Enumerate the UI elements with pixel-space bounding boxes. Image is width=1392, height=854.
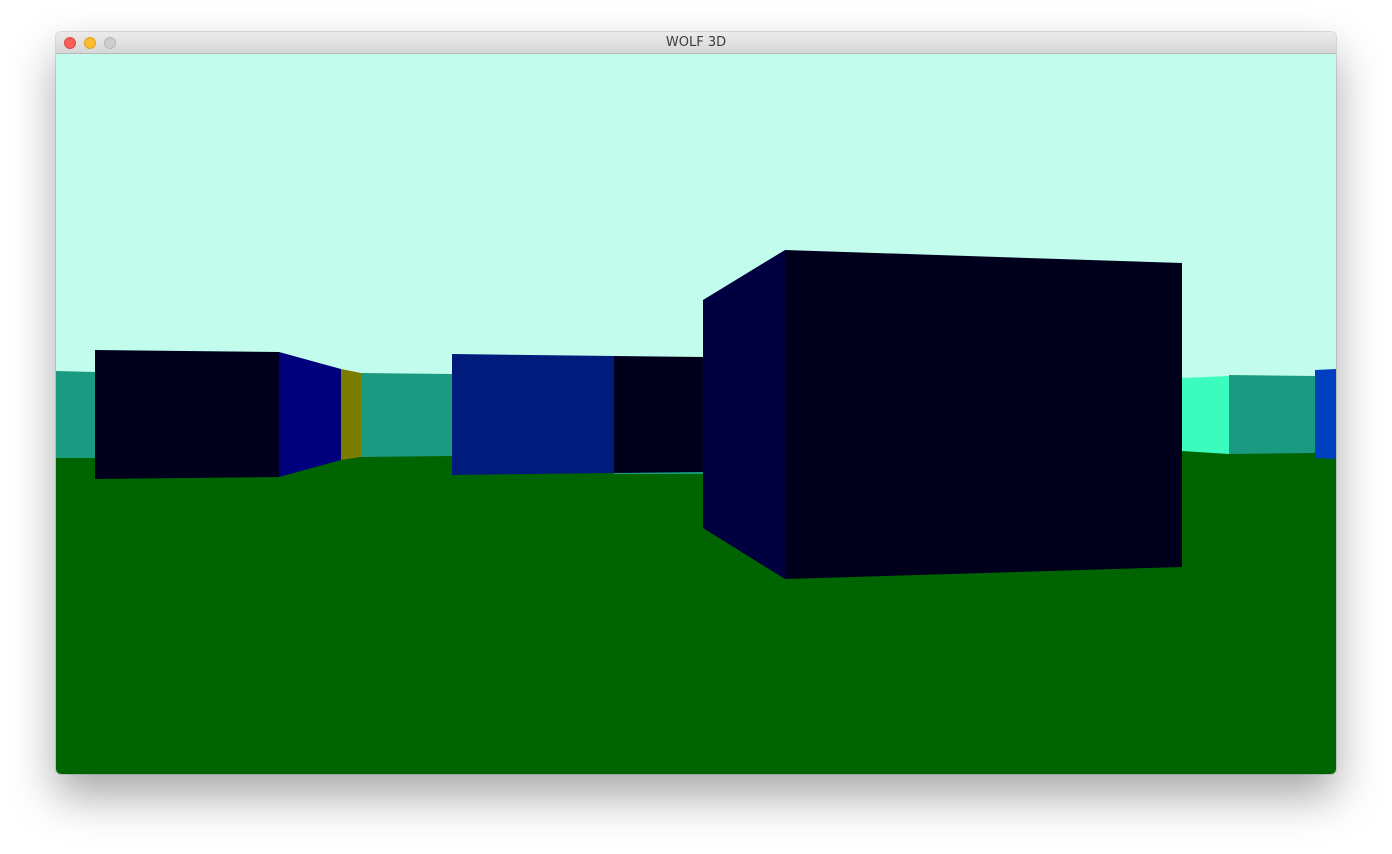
left-block-olive — [341, 369, 361, 460]
far-wall-right-aqua — [1182, 376, 1229, 454]
left-block-side — [279, 352, 341, 477]
far-wall-center-left — [361, 373, 452, 457]
window-title: WOLF 3D — [665, 35, 727, 50]
title-bar[interactable]: WOLF 3D — [56, 32, 1336, 54]
game-window: WOLF 3D — [56, 32, 1336, 774]
left-block-front — [95, 350, 279, 479]
far-wall-right-teal — [1229, 375, 1315, 454]
center-block-dark — [614, 356, 703, 473]
near-block-side — [703, 250, 785, 579]
far-wall-left — [56, 371, 95, 458]
raycast-scene — [56, 54, 1336, 774]
far-wall-right-edge — [1315, 369, 1336, 459]
near-block-front — [785, 250, 1182, 579]
game-viewport[interactable] — [56, 54, 1336, 774]
center-block-front — [452, 354, 614, 475]
